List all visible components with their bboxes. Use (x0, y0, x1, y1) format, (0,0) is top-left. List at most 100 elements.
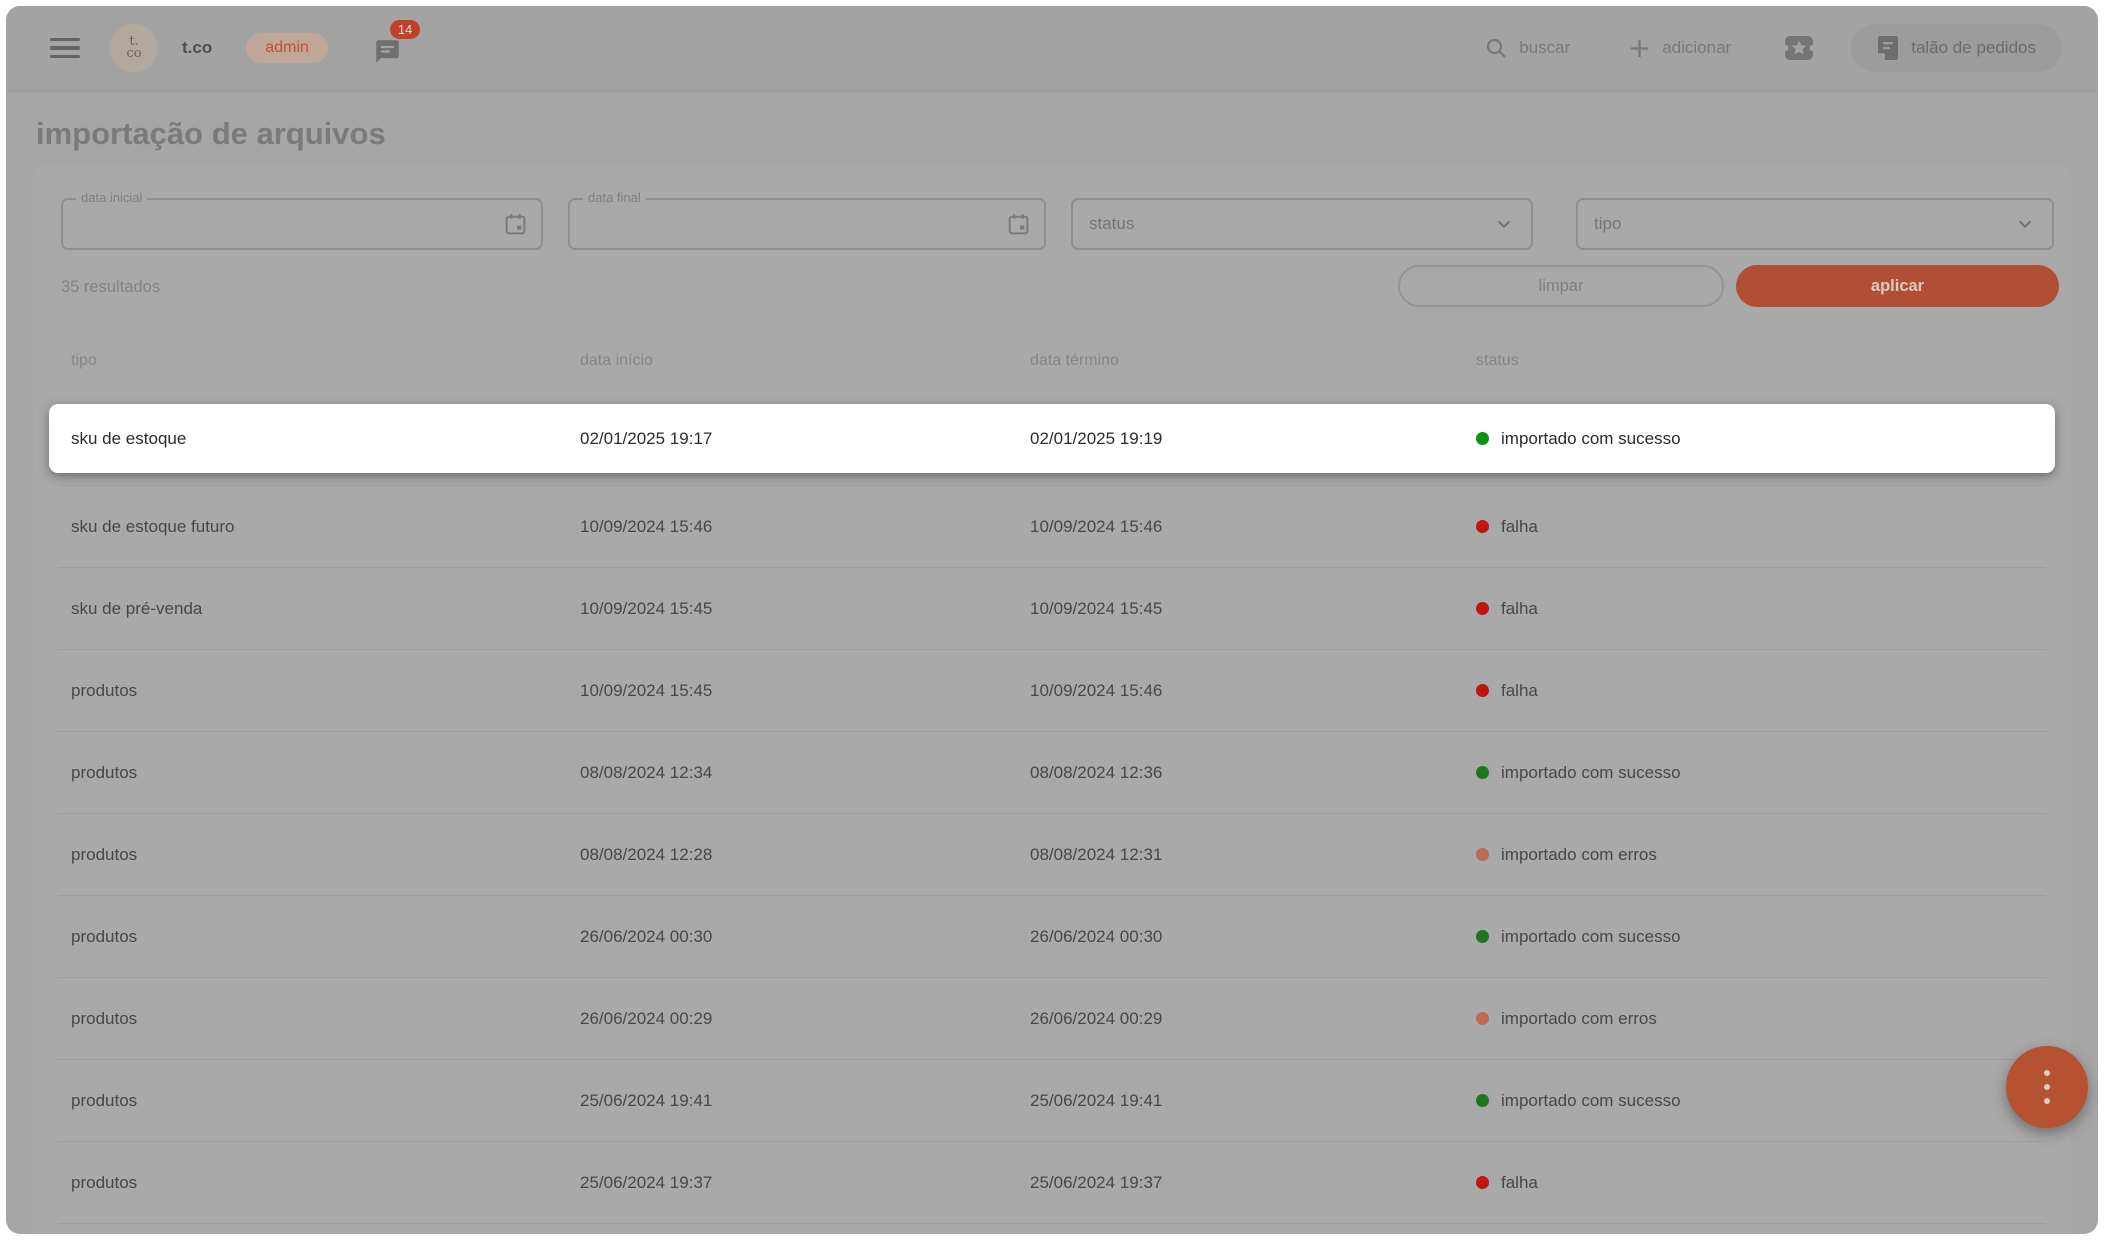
table-row[interactable]: produtos08/08/2024 12:3408/08/2024 12:36… (58, 732, 2046, 814)
table-row[interactable]: sku de pré-venda10/09/2024 15:4510/09/20… (58, 568, 2046, 650)
cell-data-inicio: 26/06/2024 00:30 (580, 927, 1030, 947)
cell-tipo: produtos (71, 763, 580, 783)
status-dot-icon (1476, 848, 1489, 861)
status-label: importado com sucesso (1501, 429, 1681, 449)
column-header-status: status (1476, 352, 2046, 370)
type-select-label: tipo (1594, 214, 1621, 234)
table-row[interactable]: produtos26/06/2024 00:2926/06/2024 00:29… (58, 978, 2046, 1060)
cell-data-termino: 08/08/2024 12:31 (1030, 845, 1476, 865)
more-actions-fab[interactable] (2006, 1046, 2088, 1128)
order-pad-label: talão de pedidos (1911, 38, 2036, 58)
favorites-button[interactable] (1783, 34, 1815, 62)
cell-status: falha (1476, 1173, 2046, 1193)
chevron-down-icon (2014, 213, 2036, 235)
cell-status: falha (1476, 517, 2046, 537)
kebab-menu-icon (2044, 1070, 2050, 1104)
avatar-text-line2: co (126, 48, 141, 60)
app-header: t. co t.co admin 14 buscar adicionar (6, 6, 2098, 90)
cell-data-termino: 10/09/2024 15:45 (1030, 599, 1476, 619)
cell-data-inicio: 26/06/2024 00:29 (580, 1009, 1030, 1029)
column-header-data-inicio: data início (580, 352, 1030, 370)
notification-count-badge: 14 (390, 20, 420, 39)
status-dot-icon (1476, 602, 1489, 615)
cell-data-inicio: 10/09/2024 15:45 (580, 681, 1030, 701)
cell-data-termino: 10/09/2024 15:46 (1030, 681, 1476, 701)
start-date-input[interactable]: data inicial (61, 198, 543, 250)
end-date-input[interactable]: data final (568, 198, 1046, 250)
table-row[interactable]: produtos25/06/2024 19:3725/06/2024 19:37… (58, 1142, 2046, 1224)
status-label: falha (1501, 681, 1538, 701)
admin-badge: admin (246, 33, 328, 63)
page-title: importação de arquivos (36, 116, 386, 152)
cell-status: falha (1476, 681, 2046, 701)
cell-data-inicio: 08/08/2024 12:34 (580, 763, 1030, 783)
status-label: falha (1501, 517, 1538, 537)
cell-status: importado com sucesso (1476, 1091, 2046, 1111)
cell-tipo: sku de estoque (71, 429, 580, 449)
cell-data-inicio: 25/06/2024 19:41 (580, 1091, 1030, 1111)
cell-data-termino: 08/08/2024 12:36 (1030, 763, 1476, 783)
cell-data-termino: 25/06/2024 19:41 (1030, 1091, 1476, 1111)
table-body: sku de estoque02/01/2025 19:1702/01/2025… (58, 403, 2046, 1234)
table-row[interactable]: produtos10/09/2024 15:4510/09/2024 15:46… (58, 650, 2046, 732)
content-card: data inicial data final status (33, 166, 2071, 1234)
avatar[interactable]: t. co (110, 24, 158, 72)
end-date-label: data final (583, 191, 646, 204)
status-dot-icon (1476, 1012, 1489, 1025)
status-dot-icon (1476, 684, 1489, 697)
status-select[interactable]: status (1071, 198, 1533, 250)
menu-icon[interactable] (50, 38, 80, 59)
table-header: tipo data início data término status (58, 346, 2046, 376)
column-header-data-termino: data término (1030, 352, 1476, 370)
cell-tipo: produtos (71, 681, 580, 701)
receipt-icon (1877, 35, 1899, 61)
cell-tipo: produtos (71, 1009, 580, 1029)
star-ticket-icon (1783, 34, 1815, 62)
cell-status: importado com sucesso (1476, 763, 2046, 783)
cell-data-termino: 25/06/2024 19:37 (1030, 1173, 1476, 1193)
cell-data-inicio: 10/09/2024 15:45 (580, 599, 1030, 619)
table-row[interactable]: sku de estoque futuro10/09/2024 15:4610/… (58, 486, 2046, 568)
add-button[interactable]: adicionar (1628, 37, 1731, 60)
cell-status: importado com sucesso (1476, 927, 2046, 947)
column-header-tipo: tipo (71, 352, 580, 370)
cell-tipo: produtos (71, 845, 580, 865)
table-row[interactable]: produtos26/06/2024 00:3026/06/2024 00:30… (58, 896, 2046, 978)
status-label: importado com erros (1501, 1009, 1657, 1029)
status-label: importado com sucesso (1501, 763, 1681, 783)
cell-data-inicio: 10/09/2024 15:46 (580, 517, 1030, 537)
table-row[interactable]: sku de estoque02/01/2025 19:1702/01/2025… (58, 404, 2046, 486)
status-dot-icon (1476, 520, 1489, 533)
start-date-label: data inicial (76, 191, 147, 204)
status-dot-icon (1476, 1094, 1489, 1107)
clear-button[interactable]: limpar (1398, 265, 1724, 307)
apply-button[interactable]: aplicar (1736, 265, 2059, 307)
cell-status: falha (1476, 599, 2046, 619)
app-window: t. co t.co admin 14 buscar adicionar (6, 6, 2098, 1234)
table-row[interactable]: produtos25/06/2024 19:4125/06/2024 19:41… (58, 1060, 2046, 1142)
status-select-label: status (1089, 214, 1134, 234)
table-row[interactable]: produtos08/08/2024 12:2808/08/2024 12:31… (58, 814, 2046, 896)
cell-tipo: sku de estoque futuro (71, 517, 580, 537)
status-dot-icon (1476, 1176, 1489, 1189)
cell-tipo: produtos (71, 927, 580, 947)
cell-status: importado com erros (1476, 1009, 2046, 1029)
status-dot-icon (1476, 930, 1489, 943)
brand-label: t.co (182, 38, 212, 58)
cell-status: importado com erros (1476, 845, 2046, 865)
status-label: falha (1501, 1173, 1538, 1193)
search-button[interactable]: buscar (1484, 36, 1570, 60)
status-label: importado com sucesso (1501, 1091, 1681, 1111)
status-dot-icon (1476, 766, 1489, 779)
status-dot-icon (1476, 432, 1489, 445)
cell-data-inicio: 25/06/2024 19:37 (580, 1173, 1030, 1193)
status-label: importado com erros (1501, 845, 1657, 865)
type-select[interactable]: tipo (1576, 198, 2054, 250)
cell-data-termino: 10/09/2024 15:46 (1030, 517, 1476, 537)
calendar-icon[interactable] (1006, 212, 1031, 237)
cell-tipo: produtos (71, 1091, 580, 1111)
calendar-icon[interactable] (503, 212, 528, 237)
order-pad-button[interactable]: talão de pedidos (1851, 24, 2062, 72)
chat-button[interactable]: 14 (374, 38, 401, 65)
cell-tipo: sku de pré-venda (71, 599, 580, 619)
